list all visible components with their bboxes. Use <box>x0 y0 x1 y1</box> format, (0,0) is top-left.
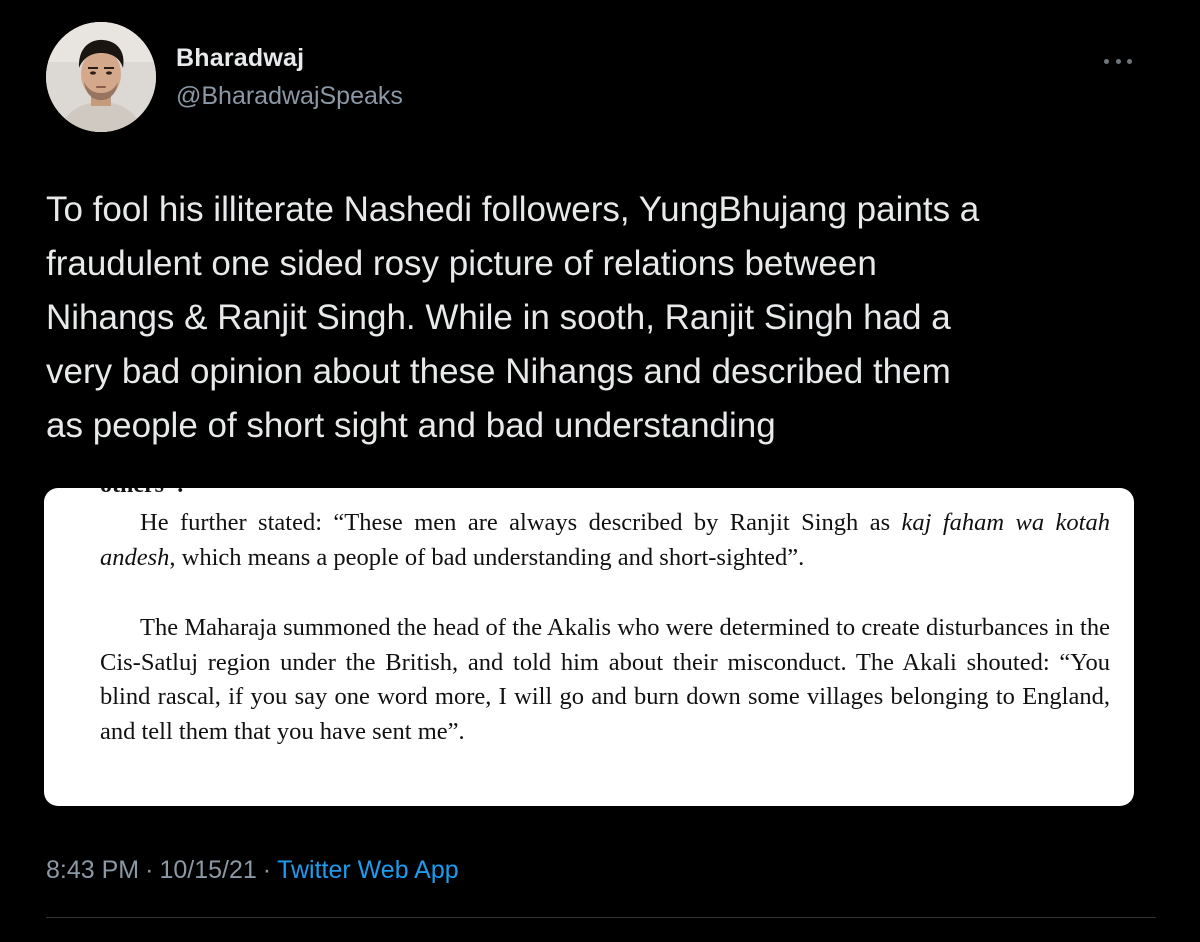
avatar[interactable] <box>46 22 156 132</box>
meta-separator: · <box>262 856 272 884</box>
scan-paragraph-2: The Maharaja summoned the head of the Ak… <box>100 611 1110 749</box>
tweet-time[interactable]: 8:43 PM <box>46 856 139 884</box>
scan-paragraph-1-tail: , which means a people of bad understand… <box>169 543 805 571</box>
tweet-image[interactable]: others". He further stated: “These men a… <box>44 488 1134 806</box>
tweet-source-link[interactable]: Twitter Web App <box>277 856 459 884</box>
scan-paragraph-1: He further stated: “These men are always… <box>100 506 1110 575</box>
scan-paragraph-1-lead: He further stated: “These men are always… <box>140 509 902 536</box>
more-dot-icon <box>1127 58 1132 64</box>
tweet-date[interactable]: 10/15/21 <box>159 856 256 884</box>
tweet: Bharadwaj @BharadwajSpeaks To fool his i… <box>0 0 1200 942</box>
scan-paragraph-2-text: The Maharaja summoned the head of the Ak… <box>100 614 1110 745</box>
more-dot-icon <box>1104 58 1109 64</box>
display-name[interactable]: Bharadwaj <box>176 44 304 73</box>
tweet-text: To fool his illiterate Nashedi followers… <box>46 190 980 445</box>
profile-photo-icon <box>46 22 156 132</box>
divider <box>46 917 1156 918</box>
more-dot-icon <box>1115 58 1121 64</box>
more-options-button[interactable] <box>1098 48 1138 74</box>
user-handle[interactable]: @BharadwajSpeaks <box>176 82 403 111</box>
meta-separator: · <box>145 856 154 884</box>
cut-off-text: others". <box>100 488 183 503</box>
tweet-meta: 8:43 PM · 10/15/21 · Twitter Web App <box>46 856 459 885</box>
